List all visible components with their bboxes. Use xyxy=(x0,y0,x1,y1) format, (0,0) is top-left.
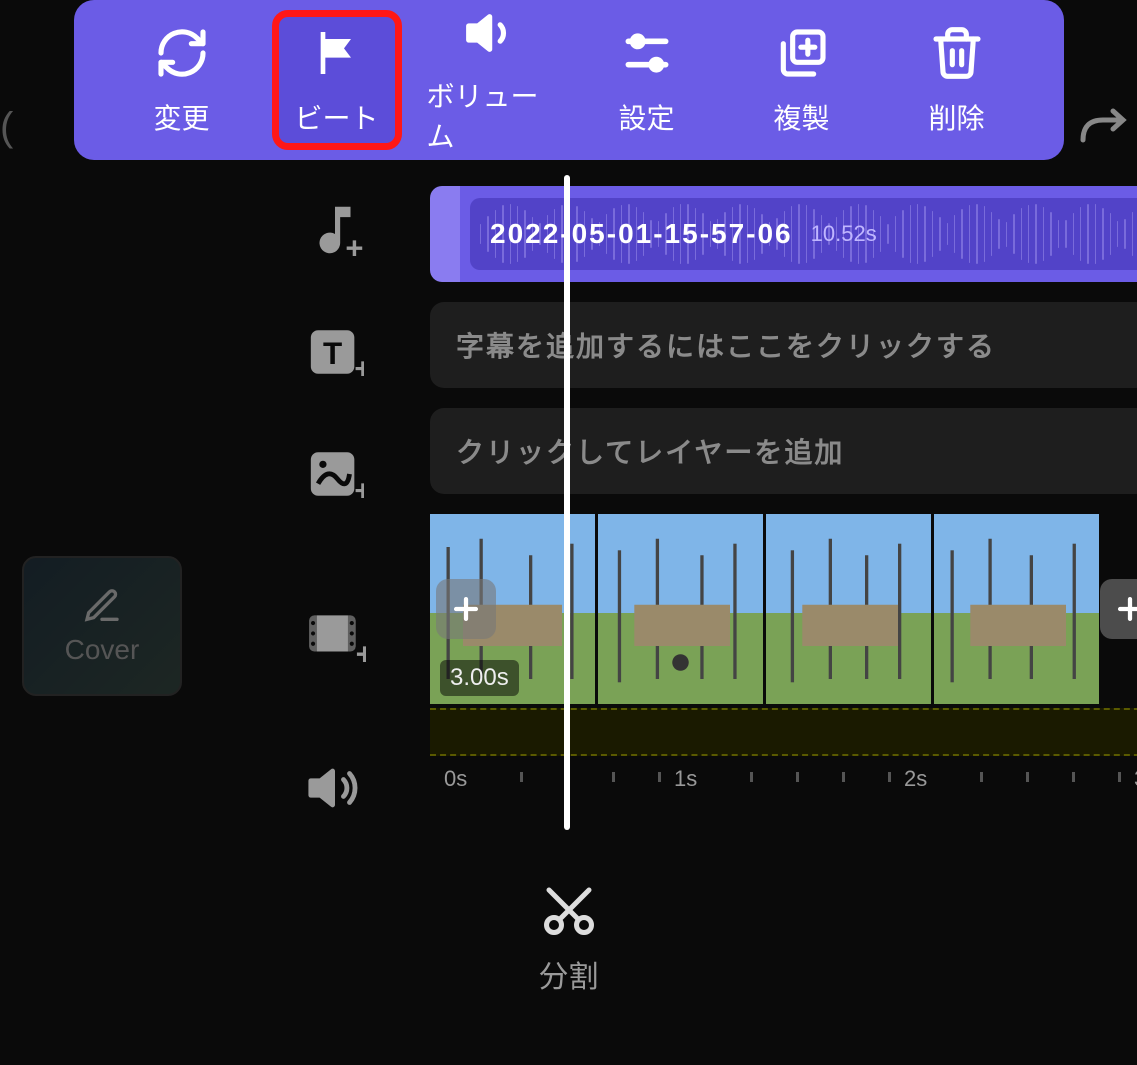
svg-text:+: + xyxy=(354,476,364,503)
volume-label: ボリューム xyxy=(427,75,557,155)
svg-text:+: + xyxy=(345,230,363,261)
ruler-label: 0s xyxy=(444,766,467,792)
subtitle-track-hint[interactable]: 字幕を追加するにはここをクリックする xyxy=(430,302,1137,388)
add-layer-icon[interactable]: + xyxy=(300,439,370,509)
time-ruler: 0s1s2s3s xyxy=(430,766,1137,796)
video-track[interactable]: 3.00s xyxy=(430,514,1137,704)
cover-label: Cover xyxy=(65,634,140,666)
sound-effect-track[interactable] xyxy=(430,708,1137,756)
add-video-icon[interactable]: + xyxy=(300,601,370,671)
layer-hint-label: クリックしてレイヤーを追加 xyxy=(456,431,844,471)
scissors-icon xyxy=(534,880,604,940)
add-music-icon[interactable]: + xyxy=(300,195,370,265)
audio-clip-title: 2022-05-01-15-57-06 xyxy=(490,218,793,250)
split-label: 分割 xyxy=(539,952,599,996)
flag-icon xyxy=(307,23,367,83)
layer-track-hint[interactable]: クリックしてレイヤーを追加 xyxy=(430,408,1137,494)
audio-clip-toolbar: 変更 ビート ボリューム 設定 複製 削除 xyxy=(74,0,1064,160)
back-hint: ( xyxy=(0,105,13,150)
track-type-column: + T+ + + xyxy=(300,195,370,823)
playhead[interactable] xyxy=(564,175,570,830)
volume-track-icon[interactable] xyxy=(300,753,370,823)
duplicate-label: 複製 xyxy=(773,97,829,137)
change-label: 変更 xyxy=(153,97,209,137)
split-button[interactable]: 分割 xyxy=(534,880,604,996)
delete-button[interactable]: 削除 xyxy=(892,10,1022,150)
trash-icon xyxy=(927,23,987,83)
add-clip-before-button[interactable] xyxy=(436,579,496,639)
beat-button[interactable]: ビート xyxy=(272,10,402,150)
ruler-label: 2s xyxy=(904,766,927,792)
volume-button[interactable]: ボリューム xyxy=(427,10,557,150)
cover-button[interactable]: Cover xyxy=(22,556,182,696)
redo-hint xyxy=(1073,105,1133,160)
duplicate-button[interactable]: 複製 xyxy=(737,10,867,150)
video-clip[interactable] xyxy=(598,514,763,704)
delete-label: 削除 xyxy=(928,97,984,137)
beat-label: ビート xyxy=(294,97,378,137)
video-clip[interactable] xyxy=(934,514,1099,704)
audio-clip-duration: 10.52s xyxy=(811,221,877,247)
duplicate-icon xyxy=(772,23,832,83)
subtitle-hint-label: 字幕を追加するにはここをクリックする xyxy=(456,325,996,365)
settings-button[interactable]: 設定 xyxy=(582,10,712,150)
change-button[interactable]: 変更 xyxy=(117,10,247,150)
svg-text:+: + xyxy=(354,354,364,381)
add-clip-after-button[interactable] xyxy=(1100,579,1137,639)
svg-text:+: + xyxy=(356,636,366,667)
ruler-label: 1s xyxy=(674,766,697,792)
speaker-icon xyxy=(462,5,522,61)
replace-icon xyxy=(152,23,212,83)
svg-text:T: T xyxy=(323,336,342,371)
video-clip[interactable] xyxy=(766,514,931,704)
settings-label: 設定 xyxy=(618,97,674,137)
add-text-icon[interactable]: T+ xyxy=(300,317,370,387)
sliders-icon xyxy=(617,23,677,83)
timeline-tracks: 2022-05-01-15-57-06 10.52s 字幕を追加するにはここをク… xyxy=(430,186,1137,796)
clip-duration-badge: 3.00s xyxy=(440,660,519,696)
audio-clip[interactable]: 2022-05-01-15-57-06 10.52s xyxy=(430,186,1137,282)
